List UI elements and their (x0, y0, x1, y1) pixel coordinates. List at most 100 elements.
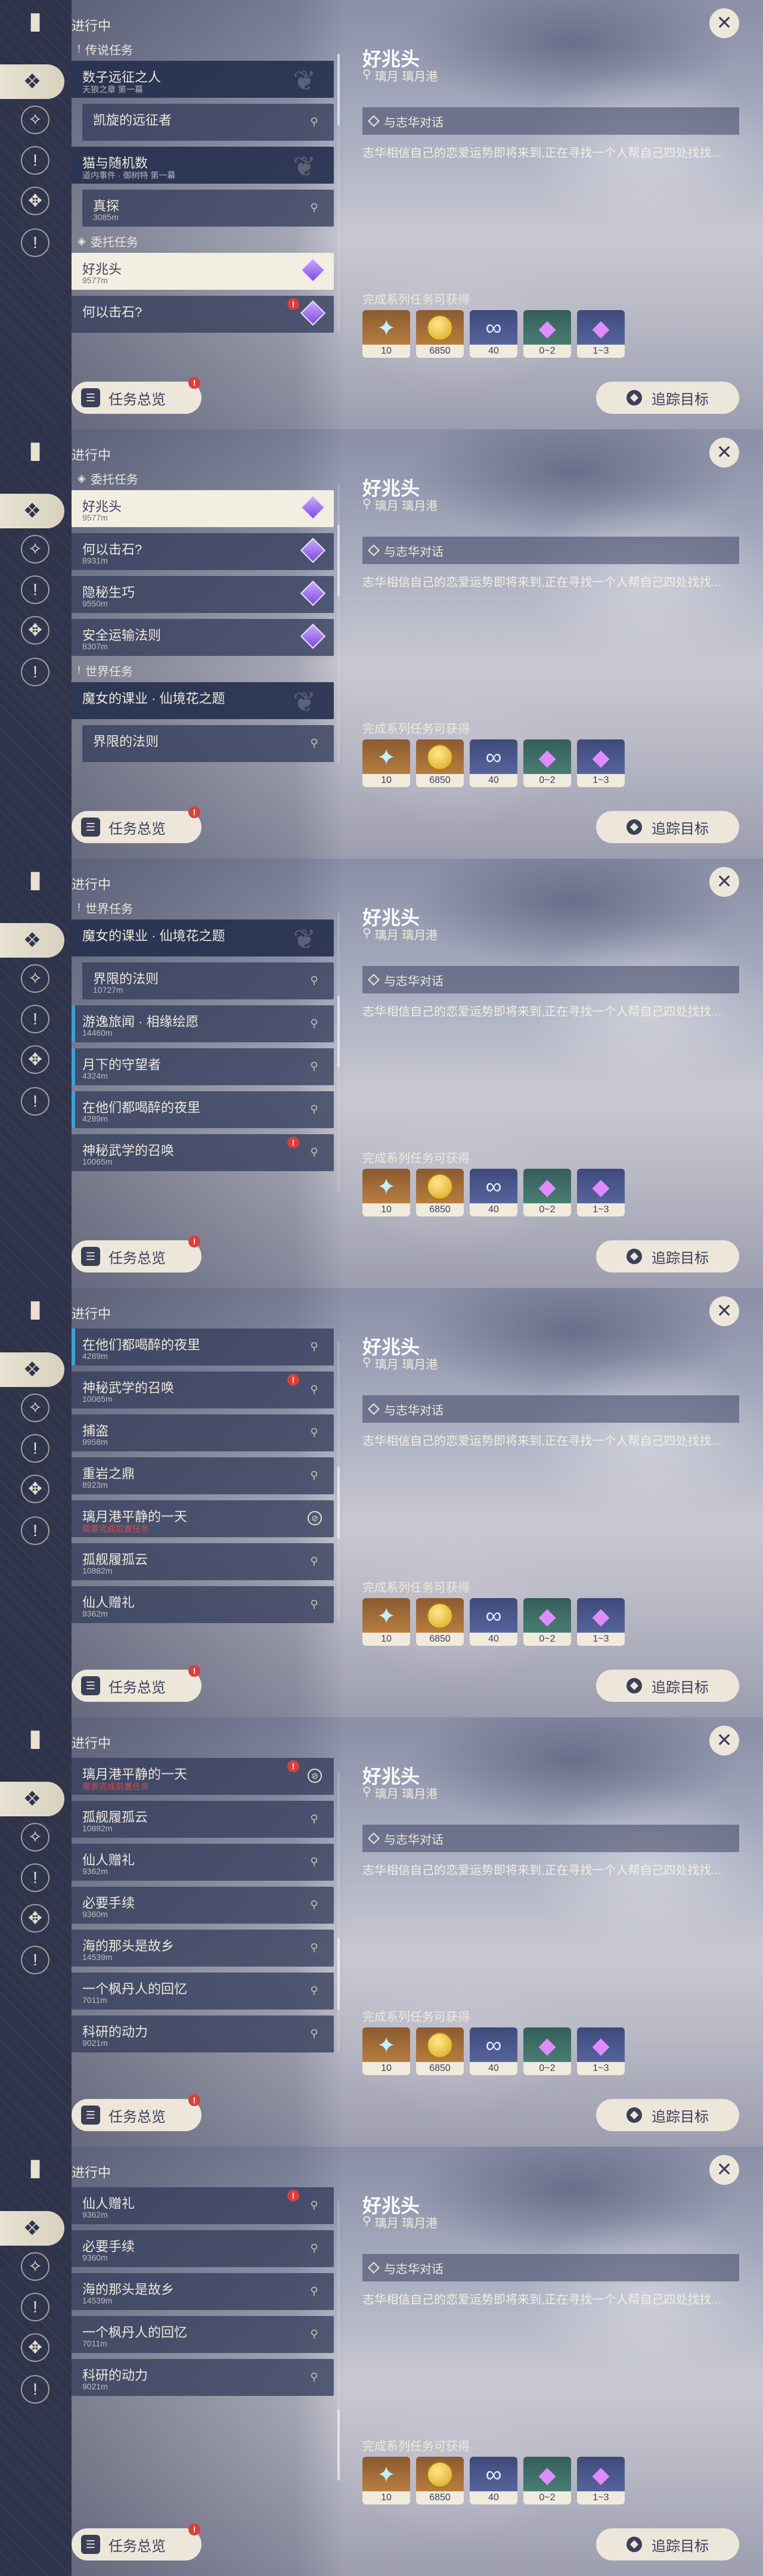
list-scrollbar[interactable] (337, 912, 340, 1193)
reward-item-ore[interactable]: ◆ 0~2 (523, 2457, 571, 2504)
quest-overview-button[interactable]: ☰ 任务总览! (72, 1236, 201, 1272)
rail-tab-ornament[interactable]: ✥ (18, 1472, 52, 1506)
rail-tab-book[interactable]: ▮ (18, 1292, 52, 1326)
scrollbar-thumb[interactable] (337, 525, 340, 596)
reward-item-adventure-exp[interactable]: ∞ 40 (470, 1169, 517, 1216)
rail-tab-exclaim[interactable]: ! (18, 225, 52, 260)
rail-tab-compass[interactable]: ✧ (18, 103, 52, 137)
map-pin-icon[interactable]: ⚲ (308, 1899, 321, 1912)
list-scrollbar[interactable] (337, 1342, 340, 1622)
quest-row[interactable]: 数子远征之人 天狼之章 第一幕 ❦ (72, 61, 334, 98)
quest-row[interactable]: 在他们都喝醉的夜里 4289m ⚲ (72, 1329, 334, 1366)
rail-tab-compass[interactable]: ✧ (18, 2249, 52, 2284)
reward-item-ore[interactable]: ◆ 0~2 (523, 1169, 571, 1216)
quest-row[interactable]: 必要手续 9360m ⚲ (72, 1887, 334, 1924)
reward-item-ore[interactable]: ◆ 0~2 (523, 310, 571, 358)
reward-item-crystal[interactable]: ◆ 1~3 (577, 2457, 625, 2504)
reward-item-crystal[interactable]: ◆ 1~3 (577, 310, 625, 358)
quest-row[interactable]: 在他们都喝醉的夜里 4289m ⚲ (72, 1091, 334, 1128)
map-pin-icon[interactable]: ⚲ (308, 1813, 321, 1826)
rail-tab-quest-diamond[interactable]: ❖ (0, 2211, 64, 2246)
list-scrollbar[interactable] (337, 1771, 340, 2051)
close-button[interactable]: ✕ (709, 867, 739, 897)
reward-item-adventure-exp[interactable]: ∞ 40 (470, 2457, 517, 2504)
reward-item-primogem[interactable]: ✦ 10 (362, 310, 410, 358)
rail-tab-exclaim[interactable]: ! (18, 572, 52, 607)
track-objective-button[interactable]: 追踪目标 (596, 1240, 739, 1272)
quest-row[interactable]: 界限的法则 10727m ⚲ (82, 962, 334, 999)
quest-row[interactable]: 安全运输法则 8307m (72, 619, 334, 656)
map-pin-icon[interactable]: ⚲ (308, 1103, 321, 1116)
quest-row[interactable]: 科研的动力 9021m ⚲ (72, 2359, 334, 2396)
rail-tab-exclaim[interactable]: ! (18, 1084, 52, 1119)
map-pin-icon[interactable]: ⚲ (308, 2242, 321, 2255)
reward-item-crystal[interactable]: ◆ 1~3 (577, 1598, 625, 1646)
map-pin-icon[interactable]: ⚲ (308, 1060, 321, 1073)
rail-tab-compass[interactable]: ✧ (18, 1391, 52, 1425)
list-scrollbar[interactable] (337, 483, 340, 763)
rail-tab-ornament[interactable]: ✥ (18, 613, 52, 648)
map-pin-icon[interactable]: ⚲ (308, 2285, 321, 2298)
map-pin-icon[interactable]: ⚲ (308, 1340, 321, 1354)
rail-tab-quest-diamond[interactable]: ❖ (0, 494, 64, 528)
rail-tab-ornament[interactable]: ✥ (18, 184, 52, 218)
rail-tab-exclaim[interactable]: ! (18, 655, 52, 689)
map-pin-icon[interactable]: ⚲ (308, 202, 321, 215)
rail-tab-book[interactable]: ▮ (18, 1721, 52, 1755)
rail-tab-quest-diamond[interactable]: ❖ (0, 1352, 64, 1387)
rail-tab-compass[interactable]: ✧ (18, 1820, 52, 1854)
reward-item-primogem[interactable]: ✦ 10 (362, 2027, 410, 2075)
quest-row[interactable]: 孤舰履孤云 10882m ⚲ (72, 1801, 334, 1838)
track-objective-button[interactable]: 追踪目标 (596, 1670, 739, 1702)
reward-item-primogem[interactable]: ✦ 10 (362, 1598, 410, 1646)
map-pin-icon[interactable]: ⚲ (308, 1017, 321, 1030)
map-pin-icon[interactable]: ⚲ (308, 1942, 321, 1955)
map-pin-icon[interactable]: ⚲ (308, 2199, 321, 2212)
close-button[interactable]: ✕ (709, 2155, 739, 2185)
reward-item-crystal[interactable]: ◆ 1~3 (577, 739, 625, 787)
rail-tab-book[interactable]: ▮ (18, 4, 52, 38)
list-scrollbar[interactable] (337, 2200, 340, 2481)
map-pin-icon[interactable]: ⚲ (308, 1146, 321, 1159)
reward-item-adventure-exp[interactable]: ∞ 40 (470, 310, 517, 358)
rail-tab-quest-diamond[interactable]: ❖ (0, 923, 64, 958)
quest-row[interactable]: 璃月港平静的一天 需要完成前置任务 ⊘ (72, 1500, 334, 1537)
reward-item-primogem[interactable]: ✦ 10 (362, 2457, 410, 2504)
map-pin-icon[interactable]: ⚲ (308, 1598, 321, 1611)
rail-tab-ornament[interactable]: ✥ (18, 1901, 52, 1936)
quest-row[interactable]: 璃月港平静的一天 需要完成前置任务 ⊘! (72, 1758, 334, 1795)
scrollbar-thumb[interactable] (337, 54, 340, 125)
quest-row[interactable]: 魔女的课业 · 仙境花之题 ❦ (72, 682, 334, 719)
close-button[interactable]: ✕ (709, 1296, 739, 1326)
track-objective-button[interactable]: 追踪目标 (596, 2528, 739, 2560)
quest-row[interactable]: 科研的动力 9021m ⚲ (72, 2015, 334, 2052)
rail-tab-exclaim[interactable]: ! (18, 143, 52, 178)
map-pin-icon[interactable]: ⚲ (308, 2328, 321, 2341)
reward-item-primogem[interactable]: ✦ 10 (362, 1169, 410, 1216)
map-pin-icon[interactable]: ⚲ (308, 1469, 321, 1482)
rail-tab-exclaim[interactable]: ! (18, 1513, 52, 1548)
rail-tab-exclaim[interactable]: ! (18, 1002, 52, 1036)
rail-tab-quest-diamond[interactable]: ❖ (0, 64, 64, 99)
map-pin-icon[interactable]: ⚲ (308, 737, 321, 750)
reward-item-mora[interactable]: 6850 (416, 1598, 464, 1646)
quest-row[interactable]: 海的那头是故乡 14539m ⚲ (72, 2273, 334, 2310)
quest-row[interactable]: 何以击石? 8931m (72, 533, 334, 570)
map-pin-icon[interactable]: ⚲ (308, 1555, 321, 1568)
quest-row[interactable]: 界限的法则 ⚲ (82, 725, 334, 762)
quest-row[interactable]: 月下的守望者 4324m ⚲ (72, 1048, 334, 1085)
quest-row[interactable]: 孤舰履孤云 10882m ⚲ (72, 1543, 334, 1580)
quest-row[interactable]: 仙人赠礼 9362m ⚲ (72, 1586, 334, 1623)
quest-row[interactable]: 必要手续 9360m ⚲ (72, 2230, 334, 2267)
quest-row[interactable]: 游逸旅闻 · 相缘绘愿 14460m ⚲ (72, 1005, 334, 1042)
quest-row[interactable]: 神秘武学的召唤 10065m ⚲! (72, 1371, 334, 1408)
reward-item-ore[interactable]: ◆ 0~2 (523, 1598, 571, 1646)
quest-overview-button[interactable]: ☰ 任务总览! (72, 806, 201, 843)
reward-item-mora[interactable]: 6850 (416, 310, 464, 358)
rail-tab-exclaim[interactable]: ! (18, 1860, 52, 1895)
quest-row[interactable]: 海的那头是故乡 14539m ⚲ (72, 1930, 334, 1967)
rail-tab-exclaim[interactable]: ! (18, 1431, 52, 1466)
track-objective-button[interactable]: 追踪目标 (596, 2099, 739, 2131)
reward-item-mora[interactable]: 6850 (416, 2027, 464, 2075)
rail-tab-compass[interactable]: ✧ (18, 532, 52, 566)
